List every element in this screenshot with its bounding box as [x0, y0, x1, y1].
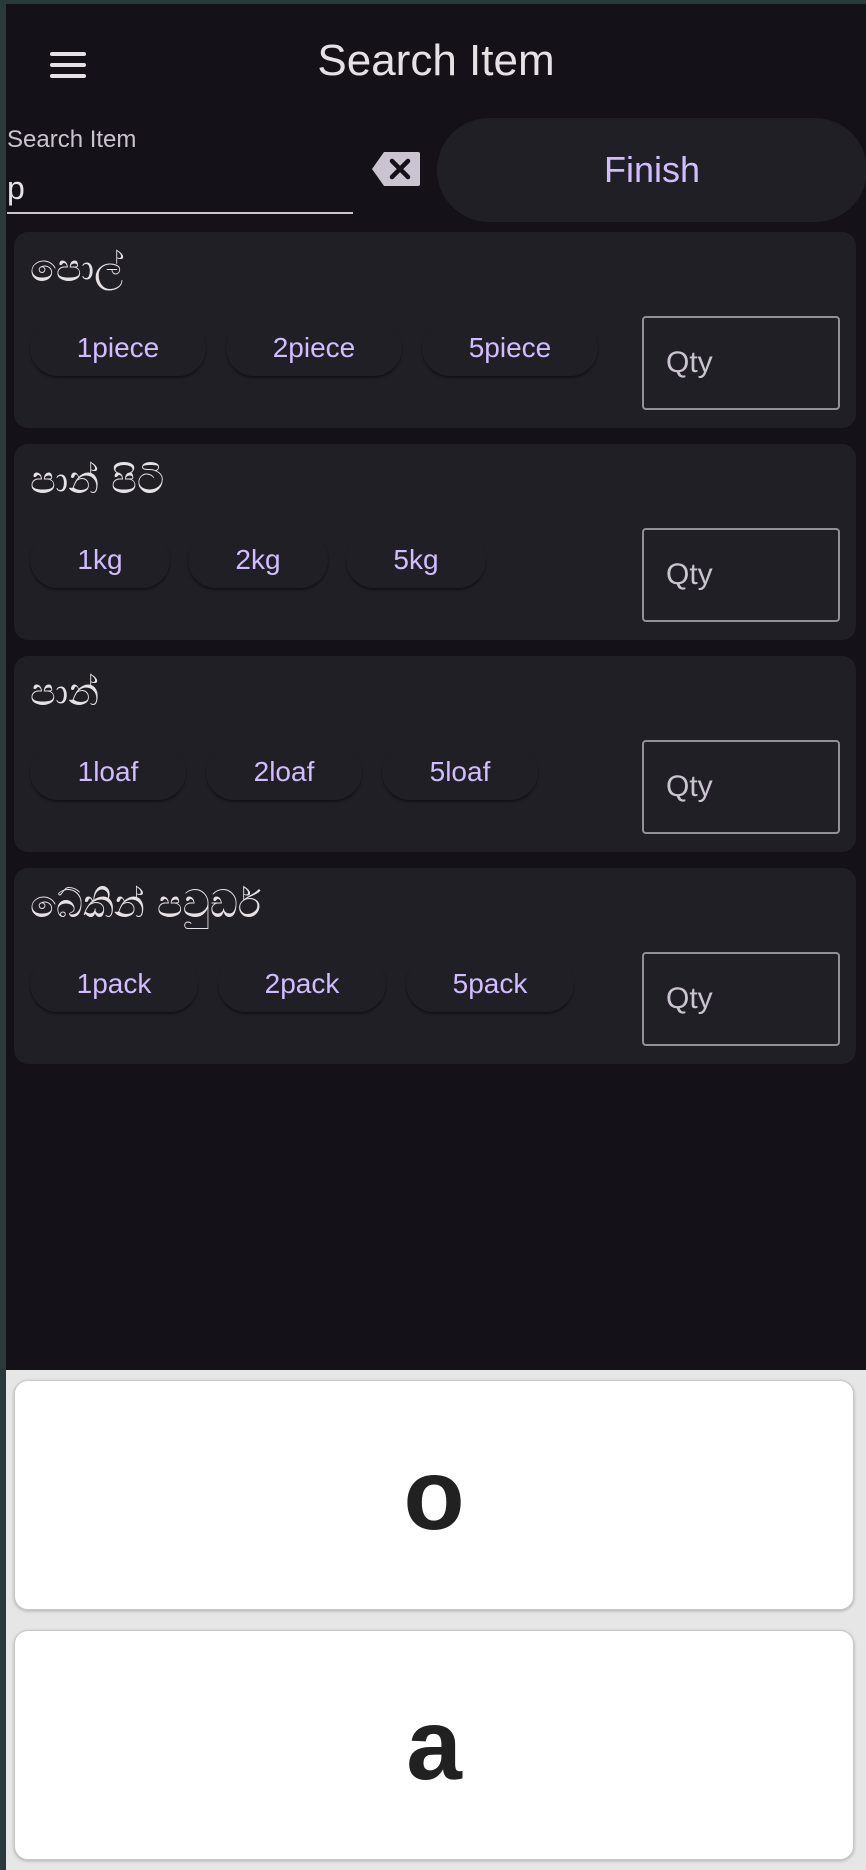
item-name: පාන් පිටි — [30, 458, 165, 502]
unit-chip-button[interactable]: 2piece — [226, 320, 402, 376]
unit-chip-button[interactable]: 1piece — [30, 320, 206, 376]
unit-chip-button[interactable]: 5pack — [406, 956, 574, 1012]
item-card: පාන් 1loaf 2loaf 5loaf — [14, 656, 856, 852]
suggestion-button[interactable]: o — [14, 1380, 854, 1610]
unit-chip-button[interactable]: 1pack — [30, 956, 198, 1012]
qty-input[interactable] — [642, 316, 840, 410]
page-title: Search Item — [317, 36, 555, 85]
item-name: බේකින් පවුඩර් — [30, 882, 261, 926]
unit-chip-button[interactable]: 2loaf — [206, 744, 362, 800]
search-input[interactable] — [7, 164, 353, 214]
unit-chip-button[interactable]: 2pack — [218, 956, 386, 1012]
suggestion-panel: o a — [6, 1370, 866, 1870]
app-bar: Search Item — [6, 4, 866, 116]
item-card: බේකින් පවුඩර් 1pack 2pack 5pack — [14, 868, 856, 1064]
item-name: පොල් — [30, 246, 124, 290]
qty-input[interactable] — [642, 740, 840, 834]
item-card: පාන් පිටි 1kg 2kg 5kg — [14, 444, 856, 640]
item-card: පොල් 1piece 2piece 5piece — [14, 232, 856, 428]
unit-chip-button[interactable]: 2kg — [188, 532, 328, 588]
unit-chip-button[interactable]: 1loaf — [30, 744, 186, 800]
item-name: පාන් — [30, 670, 100, 714]
qty-input[interactable] — [642, 528, 840, 622]
unit-chip-button[interactable]: 1kg — [30, 532, 170, 588]
qty-input[interactable] — [642, 952, 840, 1046]
unit-chip-button[interactable]: 5piece — [422, 320, 598, 376]
search-label: Search Item — [7, 126, 137, 153]
finish-button[interactable]: Finish — [437, 118, 866, 222]
backspace-clear-icon[interactable] — [370, 150, 422, 188]
unit-chip-button[interactable]: 5loaf — [382, 744, 538, 800]
unit-chip-button[interactable]: 5kg — [346, 532, 486, 588]
suggestion-button[interactable]: a — [14, 1630, 854, 1860]
